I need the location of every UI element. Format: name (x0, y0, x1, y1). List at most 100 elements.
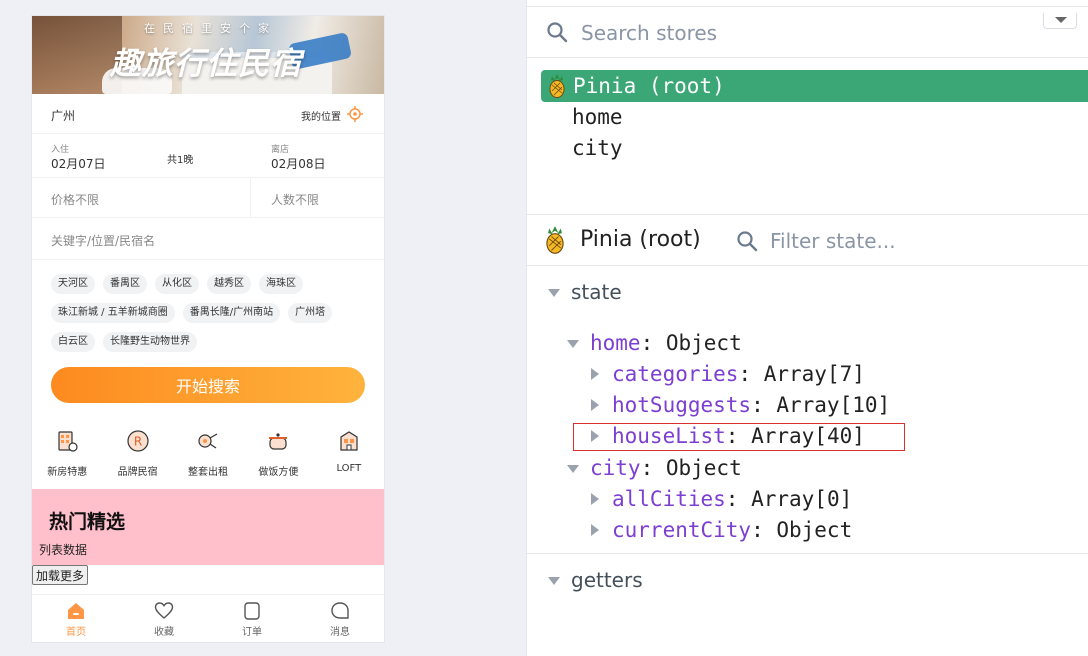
checkin-date[interactable]: 02月07日 (51, 155, 106, 172)
tree-node-currentCity[interactable]: currentCity: Object (589, 516, 852, 544)
load-more-button[interactable]: 加载更多 (32, 565, 89, 585)
hot-tag[interactable]: 珠江新城 / 五羊新城商圈 (51, 303, 175, 323)
getters-collapse-caret[interactable] (548, 577, 560, 585)
store-item-home[interactable]: home (527, 102, 1088, 133)
category-bar: 新房特惠 R 品牌民宿 整套出租 做饭方便 LOFT (32, 426, 384, 482)
tree-type: : Array[7] (738, 362, 865, 386)
message-icon (331, 602, 349, 619)
svg-text:R: R (133, 435, 141, 449)
filter-state-input[interactable] (770, 227, 1070, 255)
collapse-toggle-button[interactable] (1043, 13, 1077, 29)
people-filter[interactable]: 人数不限 (271, 191, 319, 208)
keyword-row[interactable]: 关键字/位置/民宿名 (32, 218, 384, 260)
state-section-title[interactable]: state (571, 280, 622, 304)
expand-caret[interactable] (591, 493, 599, 505)
tree-node-categories[interactable]: categories: Array[7] (589, 360, 865, 388)
start-search-button[interactable]: 开始搜索 (51, 367, 365, 403)
hot-tag[interactable]: 长隆野生动物世界 (103, 332, 197, 352)
checkout-label: 离店 (271, 145, 290, 155)
city-selector[interactable]: 广州 (51, 107, 75, 124)
location-row: 广州 我的位置 (32, 94, 384, 134)
search-icon (547, 22, 568, 43)
hot-tag[interactable]: 越秀区 (207, 274, 251, 294)
tree-type: : Array[0] (725, 487, 853, 511)
expand-caret[interactable] (591, 430, 599, 442)
tab-orders[interactable]: 订单 (208, 595, 296, 642)
expand-caret[interactable] (567, 465, 579, 473)
pineapple-icon (546, 226, 564, 254)
hot-tag[interactable]: 从化区 (155, 274, 199, 294)
home-icon (68, 603, 84, 619)
heart-icon (154, 602, 174, 619)
store-item-pinia-root[interactable]: Pinia (root) (541, 70, 1088, 102)
tree-node-allCities[interactable]: allCities: Array[0] (589, 485, 852, 513)
tree-node-city[interactable]: city: Object (567, 454, 742, 482)
date-range-row[interactable]: 入住 02月07日 共1晚 离店 02月08日 (32, 134, 384, 178)
tree-type: : Array[40] (725, 424, 865, 448)
cooking-pot-icon (269, 433, 288, 450)
mobile-app-preview: 在民宿里安个家 趣旅行住民宿 广州 我的位置 入住 02月07日 共1晚 离店 … (32, 16, 384, 642)
hot-picks-title: 热门精选 (49, 511, 126, 533)
nights-count: 共1晚 (167, 155, 194, 166)
tab-label: 收藏 (154, 627, 174, 638)
store-item-city[interactable]: city (527, 133, 1088, 164)
expand-caret[interactable] (591, 524, 599, 536)
checkin-label: 入住 (51, 145, 70, 155)
category-brand[interactable]: R 品牌民宿 (102, 426, 172, 482)
tree-node-hotSuggests[interactable]: hotSuggests: Array[10] (589, 391, 890, 419)
inspector-header: Pinia (root) (527, 214, 1088, 266)
bottom-tabbar: 首页 收藏 订单 消息 (32, 594, 384, 642)
hot-tag[interactable]: 番禺区 (103, 274, 147, 294)
filter-divider (250, 178, 251, 218)
expand-caret[interactable] (567, 340, 579, 348)
tab-favorites[interactable]: 收藏 (120, 595, 208, 642)
tree-key: home (590, 331, 641, 355)
tree-type: : Object (751, 518, 853, 542)
category-new-house[interactable]: 新房特惠 (32, 426, 102, 482)
tree-key: houseList (612, 424, 726, 448)
category-label: 品牌民宿 (117, 467, 158, 478)
pineapple-icon (549, 74, 565, 98)
expand-caret[interactable] (591, 399, 599, 411)
tree-key: allCities (612, 487, 726, 511)
tree-node-houseList[interactable]: houseList: Array[40] (589, 422, 865, 450)
category-label: 做饭方便 (258, 467, 299, 478)
order-icon (244, 602, 260, 620)
store-search-input[interactable] (581, 19, 981, 47)
price-filter[interactable]: 价格不限 (51, 191, 99, 208)
key-icon (198, 433, 218, 449)
tab-label: 消息 (330, 627, 350, 638)
category-cooking[interactable]: 做饭方便 (243, 426, 313, 482)
getters-section-title[interactable]: getters (571, 568, 643, 592)
state-collapse-caret[interactable] (548, 289, 560, 297)
category-loft[interactable]: LOFT (314, 426, 384, 482)
hot-tag[interactable]: 天河区 (51, 274, 95, 294)
keyword-input[interactable]: 关键字/位置/民宿名 (51, 232, 155, 249)
banner-subtitle: 在民宿里安个家 (144, 22, 277, 35)
section-divider (527, 553, 1088, 554)
hot-tag[interactable]: 海珠区 (259, 274, 303, 294)
category-label: LOFT (336, 463, 362, 474)
hot-tag[interactable]: 番禺长隆/广州南站 (182, 303, 281, 323)
banner-title: 趣旅行住民宿 (110, 46, 302, 82)
tree-type: : Object (640, 331, 742, 355)
category-whole-rental[interactable]: 整套出租 (173, 426, 243, 482)
expand-caret[interactable] (591, 368, 599, 380)
tree-type: : Array[10] (751, 393, 891, 417)
checkout-date[interactable]: 02月08日 (271, 155, 326, 172)
store-name: home (572, 105, 623, 129)
tree-node-home[interactable]: home: Object (567, 329, 742, 357)
hot-tag[interactable]: 广州塔 (288, 303, 333, 323)
tab-label: 订单 (242, 627, 262, 638)
hot-tag[interactable]: 白云区 (51, 332, 95, 352)
category-label: 整套出租 (188, 467, 229, 478)
tab-home[interactable]: 首页 (32, 595, 120, 642)
tab-messages[interactable]: 消息 (296, 595, 384, 642)
tree-key: categories (612, 362, 739, 386)
new-house-icon (58, 431, 78, 452)
inspector-title: Pinia (root) (580, 227, 701, 252)
my-location-link[interactable]: 我的位置 (301, 108, 341, 123)
hot-tags: 天河区 番禺区 从化区 越秀区 海珠区珠江新城 / 五羊新城商圈 番禺长隆/广州南站 广州塔… (51, 274, 371, 361)
locate-icon[interactable] (347, 106, 363, 122)
tab-label: 首页 (66, 627, 86, 638)
